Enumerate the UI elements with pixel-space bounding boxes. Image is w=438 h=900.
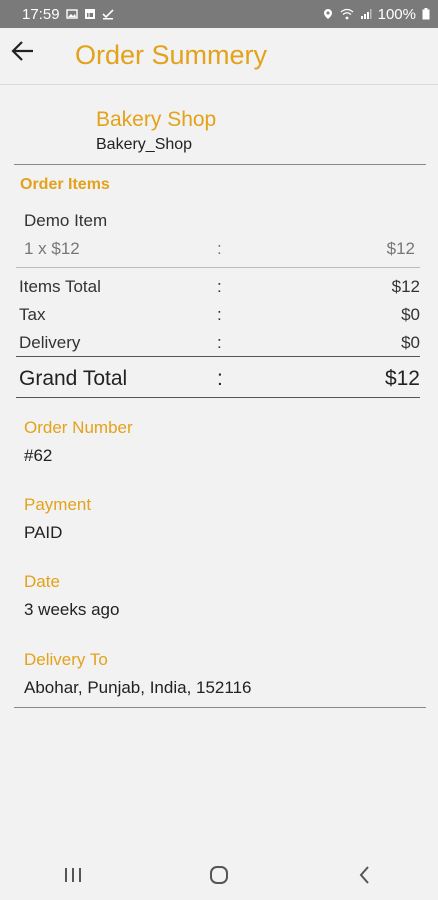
payment-label: Payment: [24, 495, 92, 514]
checkmark-icon: [101, 9, 114, 20]
grand-total-label: Grand Total: [19, 367, 128, 390]
linkedin-icon: [84, 9, 95, 19]
delivery-row: Delivery : $0: [19, 333, 420, 355]
status-bar: 17:59 100%: [0, 0, 438, 28]
battery-icon: [422, 8, 430, 20]
items-total-separator: :: [217, 277, 222, 296]
nav-recents-button[interactable]: [43, 855, 103, 895]
divider: [16, 356, 420, 357]
app-bar: Order Summery: [0, 28, 438, 85]
system-nav-bar: [0, 850, 438, 900]
tax-row: Tax : $0: [19, 305, 420, 327]
shop-id: Bakery_Shop: [96, 136, 193, 153]
nav-back-icon: [359, 866, 369, 884]
tax-value: $0: [401, 305, 420, 324]
payment-value: PAID: [24, 523, 63, 542]
items-total-row: Items Total : $12: [19, 277, 420, 299]
divider: [16, 397, 420, 398]
divider: [14, 707, 426, 708]
shop-name: Bakery Shop: [96, 108, 217, 131]
delivery-to-value: Abohar, Punjab, India, 152116: [24, 678, 252, 697]
divider: [14, 164, 426, 165]
home-icon: [210, 866, 228, 884]
tax-label: Tax: [19, 305, 46, 324]
divider: [16, 267, 420, 268]
wifi-icon: [340, 8, 354, 20]
item-separator: :: [217, 239, 222, 258]
items-total-value: $12: [391, 277, 420, 296]
nav-home-button[interactable]: [189, 855, 249, 895]
order-number-value: #62: [24, 446, 53, 465]
tax-separator: :: [217, 305, 222, 324]
status-time: 17:59: [22, 5, 60, 23]
order-items-title: Order Items: [20, 176, 110, 193]
delivery-label: Delivery: [19, 333, 81, 352]
grand-total-value: $12: [384, 367, 420, 390]
delivery-to-label: Delivery To: [24, 650, 108, 669]
item-qty-price: 1 x $12: [24, 239, 80, 258]
items-total-label: Items Total: [19, 277, 101, 296]
nav-back-button[interactable]: [335, 855, 395, 895]
date-value: 3 weeks ago: [24, 600, 120, 619]
item-row: 1 x $12 : $12: [24, 239, 415, 261]
page-title: Order Summery: [75, 40, 268, 70]
location-icon: [323, 9, 332, 19]
delivery-value: $0: [401, 333, 420, 352]
arrow-left-icon[interactable]: [10, 38, 36, 64]
image-icon: [65, 9, 78, 19]
order-number-label: Order Number: [24, 418, 133, 437]
date-label: Date: [24, 572, 60, 591]
item-name: Demo Item: [24, 211, 108, 230]
item-total: $12: [386, 239, 415, 258]
grand-total-separator: :: [217, 367, 223, 390]
signal-icon: [360, 9, 372, 19]
grand-total-row: Grand Total : $12: [19, 367, 420, 393]
battery-percent: 100%: [377, 5, 416, 23]
delivery-separator: :: [217, 333, 222, 352]
recents-icon: [65, 868, 81, 882]
